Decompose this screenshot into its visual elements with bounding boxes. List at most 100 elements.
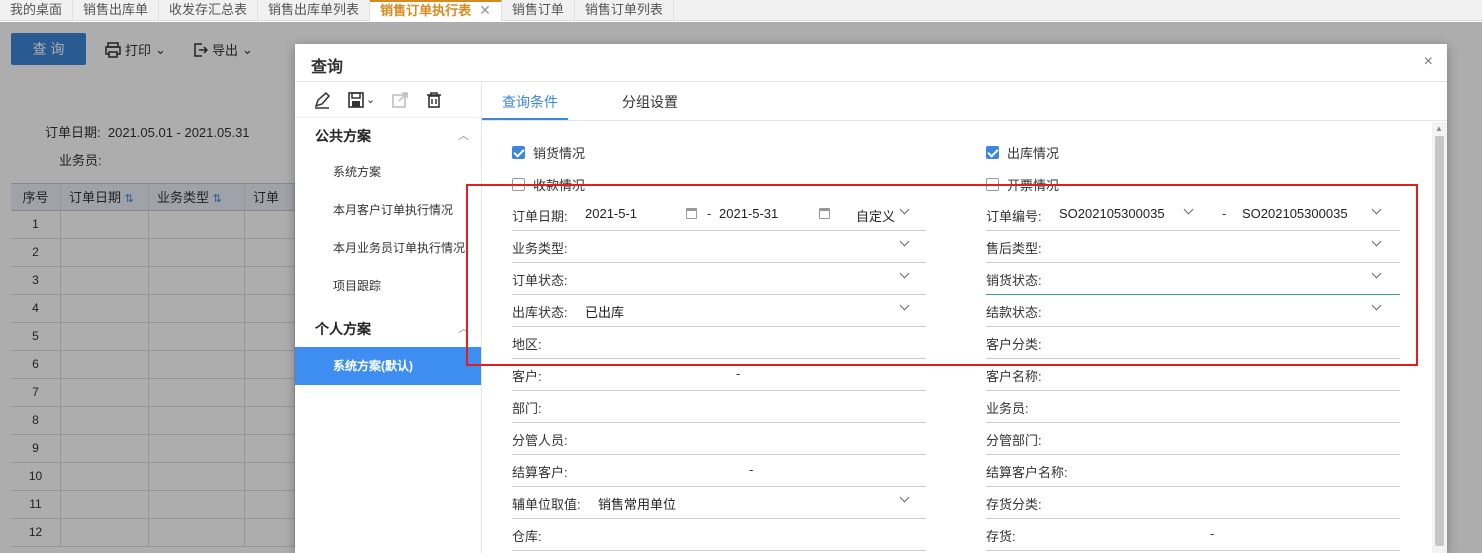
chevron-down-icon[interactable] xyxy=(900,237,910,247)
field-label: 业务员: xyxy=(986,401,1029,416)
department-field[interactable]: 部门: xyxy=(512,391,926,423)
personal-schemes-header[interactable]: 个人方案 ︿ xyxy=(295,311,481,347)
invoice-checkbox-row[interactable]: 开票情况 xyxy=(986,175,1059,194)
tab-sales-outbound[interactable]: 销售出库单 xyxy=(73,0,160,21)
field-label: 辅单位取值: xyxy=(512,497,581,512)
warehouse-field[interactable]: 仓库: xyxy=(512,519,926,551)
settle-customer-field[interactable]: 结算客户: - xyxy=(512,455,926,487)
outbound-status-field[interactable]: 出库状态: 已出库 xyxy=(512,295,926,327)
tab-sales-order-execution[interactable]: 销售订单执行表 ✕ xyxy=(370,0,502,21)
tab-sales-outbound-list[interactable]: 销售出库单列表 xyxy=(258,0,371,21)
aux-unit-field[interactable]: 辅单位取值: 销售常用单位 xyxy=(512,487,926,519)
sales-checkbox[interactable] xyxy=(512,146,525,159)
manager-field[interactable]: 分管人员: xyxy=(512,423,926,455)
query-form: 销货情况 出库情况 收款情况 开票情况 订单日期: 2021-5-1 - 202… xyxy=(482,122,1432,553)
chevron-down-icon[interactable] xyxy=(900,301,910,311)
manager-dept-field[interactable]: 分管部门: xyxy=(986,423,1400,455)
chevron-up-icon[interactable]: ︿ xyxy=(458,311,469,347)
date-mode-select[interactable]: 自定义 xyxy=(856,206,895,225)
field-label: 地区: xyxy=(512,337,542,352)
date-from-input[interactable]: 2021-5-1 xyxy=(585,206,637,221)
chevron-down-icon[interactable] xyxy=(1372,269,1382,279)
active-tab-indicator xyxy=(482,118,568,120)
field-label: 部门: xyxy=(512,401,542,416)
sales-status-field[interactable]: 销货状态: xyxy=(986,263,1400,295)
order-status-field[interactable]: 订单状态: xyxy=(512,263,926,295)
share-icon[interactable] xyxy=(391,91,409,109)
chevron-down-icon: ⌄ xyxy=(366,94,376,106)
delete-icon[interactable] xyxy=(425,91,443,109)
scheme-panel: ⌄ 公共方案 ︿ 系统方案 本月客户订单执行情况 本月业务员订单执行情况 项目跟… xyxy=(295,82,482,553)
dialog-title: 查询 xyxy=(311,59,344,76)
calendar-icon[interactable] xyxy=(686,208,697,219)
tab-label: 收发存汇总表 xyxy=(169,2,248,17)
field-label: 客户: xyxy=(512,369,542,384)
edit-icon[interactable] xyxy=(313,91,331,109)
field-label: 业务类型: xyxy=(512,241,568,256)
order-no-to-input[interactable]: SO202105300035 xyxy=(1242,206,1348,221)
tab-inventory-summary[interactable]: 收发存汇总表 xyxy=(159,0,259,21)
section-label: 个人方案 xyxy=(315,321,371,337)
field-label: 客户名称: xyxy=(986,369,1042,384)
settle-customer-name-field[interactable]: 结算客户名称: xyxy=(986,455,1400,487)
customer-field[interactable]: 客户: - xyxy=(512,359,926,391)
range-separator: - xyxy=(736,366,741,381)
invoice-checkbox[interactable] xyxy=(986,178,999,191)
close-icon[interactable]: ✕ xyxy=(479,2,491,18)
chevron-down-icon[interactable] xyxy=(1372,205,1382,215)
chevron-up-icon[interactable]: ︿ xyxy=(458,118,469,154)
tab-label: 销售出库单列表 xyxy=(268,2,360,17)
settle-status-field[interactable]: 结款状态: xyxy=(986,295,1400,327)
range-separator: - xyxy=(707,206,712,221)
scroll-thumb[interactable] xyxy=(1435,136,1444,546)
close-icon[interactable]: × xyxy=(1424,53,1433,71)
customer-name-field[interactable]: 客户名称: xyxy=(986,359,1400,391)
field-label: 结算客户: xyxy=(512,465,568,480)
order-date-field: 订单日期: 2021-5-1 - 2021-5-31 自定义 xyxy=(512,199,926,231)
dialog-header: 查询 × xyxy=(295,44,1447,82)
field-label: 客户分类: xyxy=(986,337,1042,352)
order-no-from-input[interactable]: SO202105300035 xyxy=(1059,206,1165,221)
stock-class-field[interactable]: 存货分类: xyxy=(986,487,1400,519)
tab-label: 我的桌面 xyxy=(10,2,63,17)
public-schemes-header[interactable]: 公共方案 ︿ xyxy=(295,118,481,154)
region-field[interactable]: 地区: xyxy=(512,327,926,359)
chevron-down-icon[interactable] xyxy=(900,493,910,503)
sales-checkbox-row[interactable]: 销货情况 xyxy=(512,143,585,162)
tab-sales-order[interactable]: 销售订单 xyxy=(502,0,575,21)
tab-desktop[interactable]: 我的桌面 xyxy=(0,0,74,21)
receipt-checkbox[interactable] xyxy=(512,178,525,191)
outbound-checkbox-row[interactable]: 出库情况 xyxy=(986,143,1059,162)
scheme-item[interactable]: 系统方案 xyxy=(295,154,481,191)
scheme-item-default[interactable]: 系统方案(默认) xyxy=(295,347,481,385)
tab-bar: 我的桌面 销售出库单 收发存汇总表 销售出库单列表 销售订单执行表 ✕ 销售订单 … xyxy=(0,0,1482,21)
calendar-icon[interactable] xyxy=(819,208,830,219)
field-label: 结算客户名称: xyxy=(986,465,1068,480)
scheme-item[interactable]: 本月业务员订单执行情况 xyxy=(295,229,481,267)
field-label: 分管部门: xyxy=(986,433,1042,448)
tab-sales-order-list[interactable]: 销售订单列表 xyxy=(575,0,674,21)
scheme-item[interactable]: 项目跟踪 xyxy=(295,267,481,305)
chevron-down-icon[interactable] xyxy=(900,205,910,215)
scheme-item[interactable]: 本月客户订单执行情况 xyxy=(295,191,481,229)
order-no-field: 订单编号: SO202105300035 - SO202105300035 xyxy=(986,199,1400,231)
receipt-checkbox-row[interactable]: 收款情况 xyxy=(512,175,585,194)
chevron-down-icon[interactable] xyxy=(1372,301,1382,311)
customer-class-field[interactable]: 客户分类: xyxy=(986,327,1400,359)
field-label: 分管人员: xyxy=(512,433,568,448)
stock-field[interactable]: 存货: - xyxy=(986,519,1400,551)
field-label: 销货状态: xyxy=(986,273,1042,288)
tab-group-settings[interactable]: 分组设置 xyxy=(622,92,678,112)
salesman-field[interactable]: 业务员: xyxy=(986,391,1400,423)
form-scrollbar[interactable]: ▲ xyxy=(1432,122,1447,553)
scroll-up-icon[interactable]: ▲ xyxy=(1435,124,1443,133)
date-to-input[interactable]: 2021-5-31 xyxy=(719,206,778,221)
save-menu[interactable]: ⌄ xyxy=(347,91,375,109)
biz-type-field[interactable]: 业务类型: xyxy=(512,231,926,263)
tab-query-conditions[interactable]: 查询条件 xyxy=(502,92,558,112)
aftersale-type-field[interactable]: 售后类型: xyxy=(986,231,1400,263)
chevron-down-icon[interactable] xyxy=(1184,205,1194,215)
chevron-down-icon[interactable] xyxy=(900,269,910,279)
chevron-down-icon[interactable] xyxy=(1372,237,1382,247)
outbound-checkbox[interactable] xyxy=(986,146,999,159)
